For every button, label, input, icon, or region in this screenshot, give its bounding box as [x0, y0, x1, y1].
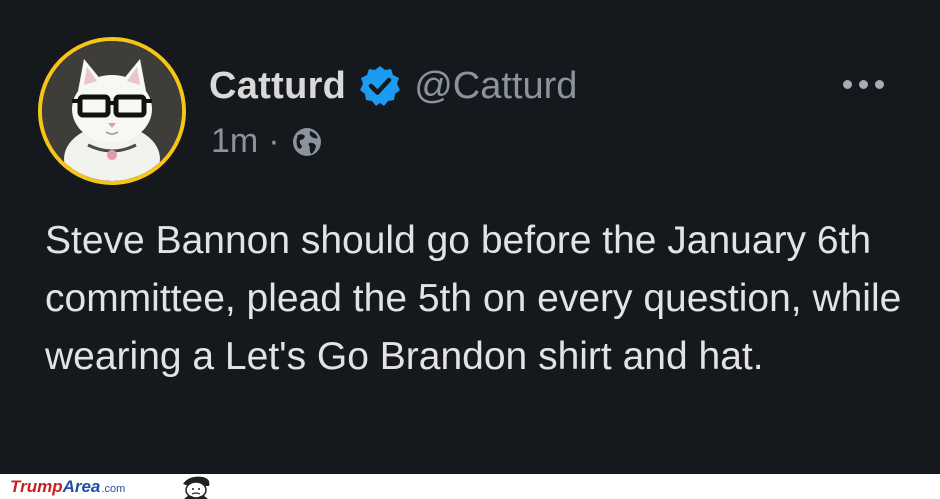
- tweet-card: Catturd @Catturd 1m · Steve Bannon shoul…: [0, 0, 940, 474]
- avatar[interactable]: [38, 37, 186, 185]
- meta-separator: ·: [268, 122, 280, 160]
- globe-icon: [290, 125, 324, 159]
- watermark-part-1: Trump: [10, 477, 63, 496]
- watermark-face-icon: [183, 476, 210, 499]
- timestamp[interactable]: 1m: [211, 122, 258, 161]
- more-dot: [843, 80, 852, 89]
- tweet-author: Catturd @Catturd: [209, 61, 577, 111]
- more-dot: [859, 80, 868, 89]
- watermark-part-2: Area: [62, 477, 101, 496]
- tweet-text: Steve Bannon should go before the Januar…: [45, 219, 902, 378]
- watermark-part-3: .com: [101, 483, 126, 495]
- watermark-bar: Trump Area .com: [0, 474, 940, 499]
- watermark-logo: Trump Area .com: [10, 477, 125, 497]
- tweet-meta: 1m ·: [211, 122, 324, 161]
- more-options-icon[interactable]: [843, 80, 884, 89]
- user-handle[interactable]: @Catturd: [414, 65, 577, 108]
- display-name[interactable]: Catturd: [209, 65, 346, 108]
- more-dot: [875, 80, 884, 89]
- verified-badge-icon: [358, 64, 402, 108]
- cat-avatar-icon: [42, 41, 182, 181]
